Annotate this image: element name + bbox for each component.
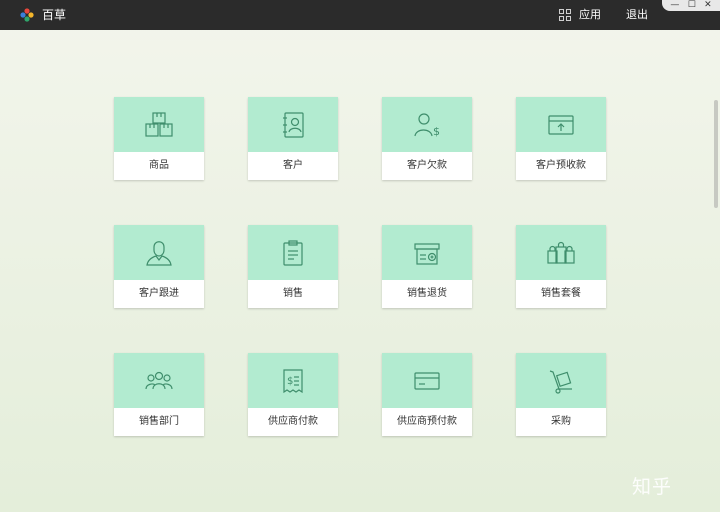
return-box-icon: [414, 242, 440, 265]
credit-card-icon: [414, 371, 440, 390]
tile-label: 供应商预付款: [397, 416, 457, 427]
tile-label: 销售: [283, 288, 303, 299]
minimize-button[interactable]: —: [670, 0, 679, 11]
tile-label: 采购: [551, 416, 571, 427]
tile-customer-debt[interactable]: $ 客户欠款: [382, 97, 472, 180]
customer-money-icon: $: [414, 112, 440, 138]
tile-supplier-prepayment[interactable]: 供应商预付款: [382, 353, 472, 436]
tile-label: 销售退货: [407, 288, 447, 299]
app-logo-icon: [20, 8, 34, 22]
tile-purchase[interactable]: 采购: [516, 353, 606, 436]
tile-customer-followup[interactable]: 客户跟进: [114, 225, 204, 308]
tile-label: 客户预收款: [536, 160, 586, 171]
tile-sales[interactable]: 销售: [248, 225, 338, 308]
tile-label: 销售部门: [139, 416, 179, 427]
team-icon: [145, 371, 173, 389]
tile-label: 销售套餐: [541, 288, 581, 299]
watermark: 知乎: [632, 476, 673, 498]
tile-label: 客户欠款: [407, 160, 447, 171]
app-title: 百草: [42, 8, 67, 22]
tile-label: 商品: [149, 160, 169, 171]
svg-text:$: $: [433, 125, 440, 138]
receipt-icon: $: [283, 368, 303, 393]
boxes-icon: [145, 111, 173, 137]
grid-icon: [559, 9, 571, 21]
close-button[interactable]: ✕: [704, 0, 712, 11]
tile-label: 客户跟进: [139, 288, 179, 299]
tile-products[interactable]: 商品: [114, 97, 204, 180]
prepay-card-icon: [548, 114, 574, 135]
shopping-bags-icon: [547, 241, 575, 264]
tile-sales-bundle[interactable]: 销售套餐: [516, 225, 606, 308]
tile-label: 客户: [283, 160, 303, 171]
window-controls: — ☐ ✕: [662, 0, 720, 11]
tile-customer-prepay[interactable]: 客户预收款: [516, 97, 606, 180]
maximize-button[interactable]: ☐: [688, 0, 696, 11]
title-bar: 百草 应用 退出 — ☐ ✕: [0, 0, 720, 30]
scrollbar-thumb[interactable]: [714, 100, 718, 208]
person-bust-icon: [146, 240, 172, 266]
hand-truck-icon: [549, 369, 572, 394]
contact-book-icon: [283, 111, 304, 138]
logout-button[interactable]: 退出: [626, 7, 648, 23]
apps-menu-button[interactable]: 应用: [559, 7, 601, 23]
tile-label: 供应商付款: [268, 416, 318, 427]
tile-sales-return[interactable]: 销售退货: [382, 225, 472, 308]
svg-text:$: $: [287, 376, 293, 387]
tile-sales-department[interactable]: 销售部门: [114, 353, 204, 436]
clipboard-icon: [283, 239, 303, 266]
tile-supplier-payment[interactable]: $ 供应商付款: [248, 353, 338, 436]
tile-customers[interactable]: 客户: [248, 97, 338, 180]
apps-label: 应用: [579, 8, 601, 21]
